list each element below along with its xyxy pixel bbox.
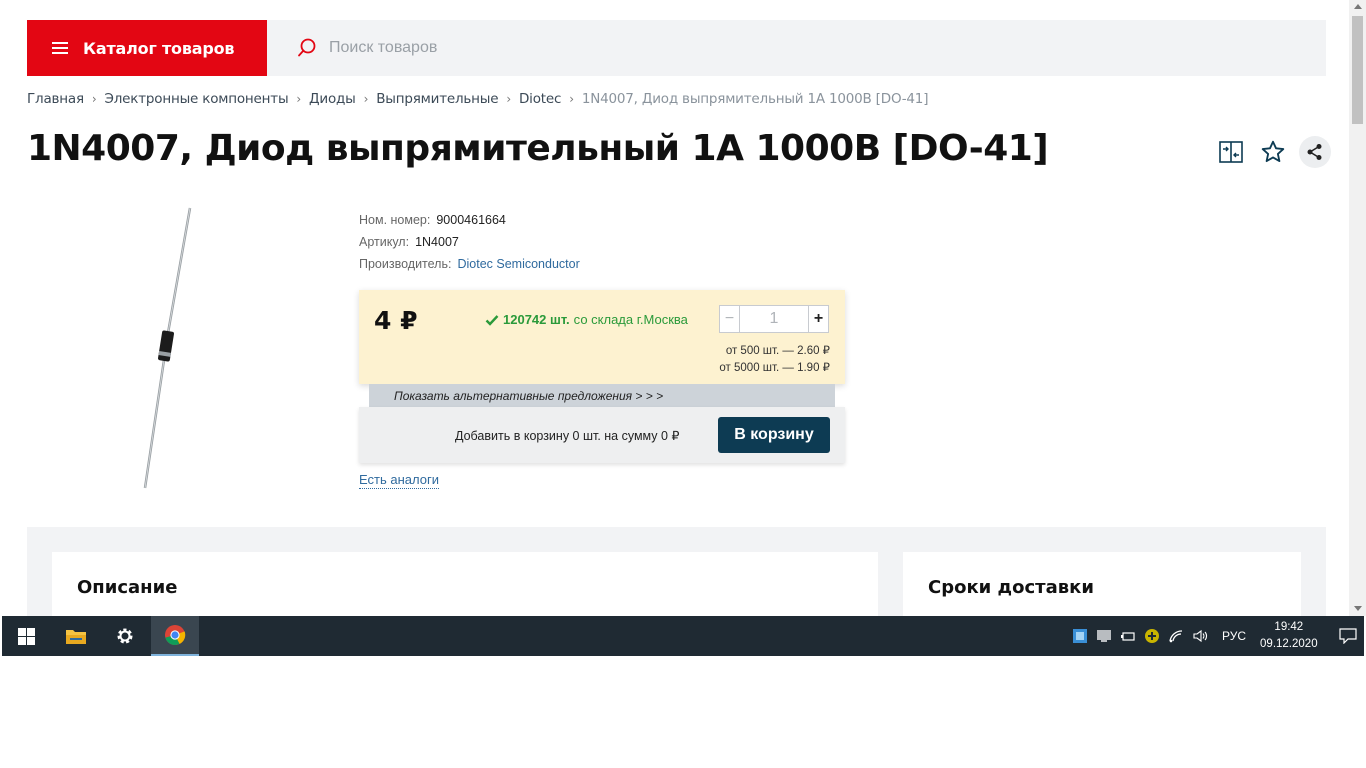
description-heading: Описание bbox=[77, 577, 178, 598]
taskbar: РУС 19:42 09.12.2020 bbox=[2, 616, 1364, 656]
tray-app-icon[interactable] bbox=[1068, 616, 1092, 656]
settings-button[interactable] bbox=[101, 616, 149, 656]
system-tray: РУС 19:42 09.12.2020 bbox=[1068, 616, 1366, 656]
add-to-cart-button[interactable]: В корзину bbox=[718, 417, 830, 453]
manufacturer-link[interactable]: Diotec Semiconductor bbox=[457, 257, 579, 271]
notification-icon bbox=[1338, 628, 1357, 644]
tray-volume-icon[interactable] bbox=[1188, 616, 1212, 656]
manufacturer-row: Производитель: Diotec Semiconductor bbox=[359, 253, 580, 275]
breadcrumb-home[interactable]: Главная bbox=[27, 91, 84, 107]
tray-update-icon[interactable] bbox=[1140, 616, 1164, 656]
stock-source: со склада г.Москва bbox=[573, 312, 688, 327]
input-language[interactable]: РУС bbox=[1222, 629, 1246, 643]
alternative-offers-link[interactable]: Показать альтернативные предложения > > … bbox=[369, 384, 835, 407]
wifi-icon bbox=[1169, 630, 1183, 643]
checkmark-icon bbox=[485, 314, 499, 326]
article-label: Артикул: bbox=[359, 235, 410, 249]
search-bar bbox=[267, 20, 1326, 76]
product-image[interactable] bbox=[120, 205, 220, 490]
windows-icon bbox=[17, 627, 35, 645]
search-icon bbox=[298, 38, 316, 57]
plus-circle-icon bbox=[1145, 629, 1159, 643]
action-center-button[interactable] bbox=[1328, 616, 1366, 656]
breadcrumb-separator: › bbox=[296, 92, 302, 106]
delivery-heading: Сроки доставки bbox=[928, 577, 1094, 598]
clock-time: 19:42 bbox=[1274, 621, 1304, 633]
product-meta: Ном. номер: 9000461664 Артикул: 1N4007 Про… bbox=[359, 209, 580, 275]
cart-bar: Добавить в корзину 0 шт. на сумму 0 ₽ В … bbox=[359, 407, 845, 463]
breadcrumb-separator: › bbox=[91, 92, 97, 106]
article-value: 1N4007 bbox=[415, 235, 459, 249]
star-icon bbox=[1261, 140, 1285, 163]
page-title: 1N4007, Диод выпрямительный 1А 1000В [DO… bbox=[27, 128, 1049, 169]
compare-icon bbox=[1219, 141, 1243, 163]
search-input[interactable] bbox=[327, 38, 1131, 58]
chrome-taskbar-button[interactable] bbox=[151, 616, 199, 656]
delivery-panel: Сроки доставки bbox=[903, 552, 1301, 616]
price-card: 4 ₽ 120742 шт. со склада г.Москва − + от… bbox=[359, 290, 845, 384]
breadcrumb-diodes[interactable]: Диоды bbox=[309, 91, 356, 107]
clock[interactable]: 19:42 09.12.2020 bbox=[1260, 619, 1318, 653]
manufacturer-label: Производитель: bbox=[359, 257, 452, 271]
tray-battery-icon[interactable] bbox=[1116, 616, 1140, 656]
file-explorer-button[interactable] bbox=[52, 616, 100, 656]
info-section: Описание Сроки доставки bbox=[27, 527, 1326, 616]
speaker-icon bbox=[1193, 629, 1208, 643]
breadcrumb-diotec[interactable]: Diotec bbox=[519, 91, 561, 107]
network-app-icon bbox=[1073, 629, 1087, 643]
tray-wifi-icon[interactable] bbox=[1164, 616, 1188, 656]
quantity-input[interactable] bbox=[740, 306, 808, 332]
battery-icon bbox=[1121, 632, 1135, 641]
folder-icon bbox=[66, 630, 86, 644]
tray-display-icon[interactable] bbox=[1092, 616, 1116, 656]
price-tier: от 500 шт. — 2.60 ₽ bbox=[725, 345, 830, 357]
nom-number-label: Ном. номер: bbox=[359, 213, 431, 227]
browser-page: Каталог товаров Главная › Электронные ко… bbox=[0, 0, 1366, 616]
price-tiers: от 500 шт. — 2.60 ₽ от 5000 шт. — 1.90 ₽ bbox=[719, 343, 830, 377]
price: 4 ₽ bbox=[374, 306, 418, 335]
nom-number-row: Ном. номер: 9000461664 bbox=[359, 209, 580, 231]
breadcrumb-separator: › bbox=[569, 92, 574, 106]
decrease-quantity-button[interactable]: − bbox=[720, 306, 740, 332]
share-icon bbox=[1307, 144, 1322, 160]
chrome-icon bbox=[165, 625, 186, 646]
price-tier: от 5000 шт. — 1.90 ₽ bbox=[719, 362, 830, 374]
breadcrumb: Главная › Электронные компоненты › Диоды… bbox=[27, 91, 928, 107]
scroll-down-icon[interactable] bbox=[1354, 606, 1362, 611]
favorite-button[interactable] bbox=[1257, 136, 1289, 168]
catalog-menu-button[interactable]: Каталог товаров bbox=[27, 20, 267, 76]
breadcrumb-separator: › bbox=[506, 92, 511, 106]
scroll-up-icon[interactable] bbox=[1354, 4, 1362, 9]
stock-quantity: 120742 шт. bbox=[503, 312, 570, 327]
stock-status: 120742 шт. со склада г.Москва bbox=[485, 312, 688, 327]
monitor-icon bbox=[1097, 630, 1111, 642]
compare-button[interactable] bbox=[1215, 136, 1247, 168]
breadcrumb-separator: › bbox=[363, 92, 369, 106]
description-panel: Описание bbox=[52, 552, 878, 616]
share-button[interactable] bbox=[1299, 136, 1331, 168]
scrollbar-thumb[interactable] bbox=[1352, 16, 1363, 124]
page-scrollbar[interactable] bbox=[1349, 0, 1366, 616]
start-button[interactable] bbox=[2, 616, 50, 656]
clock-date: 09.12.2020 bbox=[1260, 638, 1318, 650]
nom-number-value: 9000461664 bbox=[436, 213, 506, 227]
product-actions bbox=[1215, 136, 1331, 168]
increase-quantity-button[interactable]: + bbox=[808, 306, 828, 332]
analogs-link[interactable]: Есть аналоги bbox=[359, 472, 439, 489]
gear-icon bbox=[117, 628, 133, 644]
cart-summary: Добавить в корзину 0 шт. на сумму 0 ₽ bbox=[455, 429, 680, 443]
catalog-menu-label: Каталог товаров bbox=[83, 38, 235, 58]
hamburger-icon bbox=[52, 42, 68, 54]
quantity-stepper: − + bbox=[719, 305, 829, 333]
breadcrumb-current: 1N4007, Диод выпрямительный 1А 1000В [DO… bbox=[581, 91, 929, 107]
article-row: Артикул: 1N4007 bbox=[359, 231, 580, 253]
breadcrumb-rectifiers[interactable]: Выпрямительные bbox=[376, 91, 498, 107]
breadcrumb-electronic-components[interactable]: Электронные компоненты bbox=[105, 91, 289, 107]
